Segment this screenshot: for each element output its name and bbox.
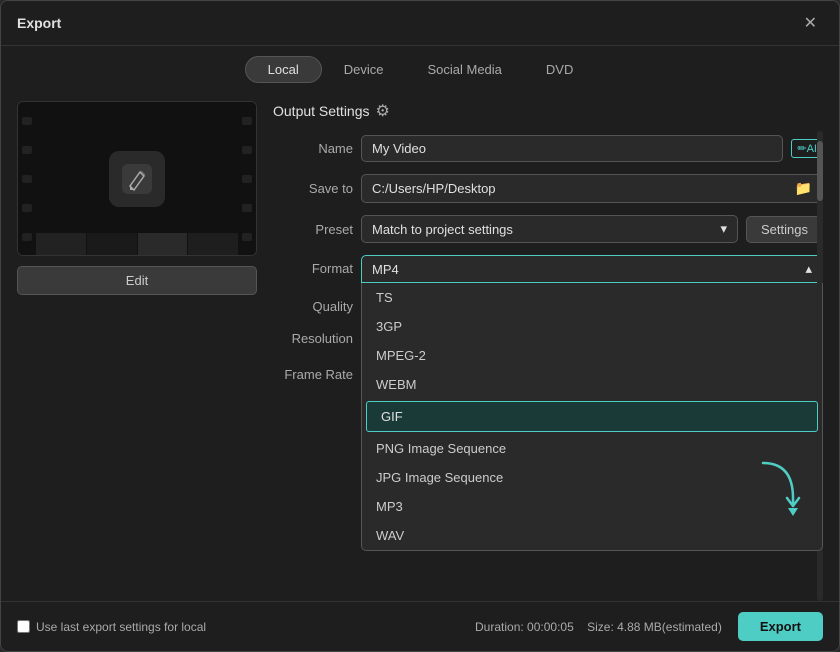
name-label: Name bbox=[273, 141, 353, 156]
tab-social-media[interactable]: Social Media bbox=[405, 56, 523, 83]
scrollbar-thumb[interactable] bbox=[817, 141, 823, 201]
save-to-path[interactable]: C:/Users/HP/Desktop 📁 bbox=[361, 174, 823, 203]
bottom-right: Duration: 00:00:05 Size: 4.88 MB(estimat… bbox=[475, 612, 823, 641]
film-hole bbox=[242, 117, 252, 125]
film-strip-left bbox=[18, 102, 36, 255]
arrow-indicator bbox=[753, 458, 803, 521]
path-text: C:/Users/HP/Desktop bbox=[372, 181, 496, 196]
content-area: Edit Output Settings ⚙ Name ✏AI Save to bbox=[1, 91, 839, 601]
export-button[interactable]: Export bbox=[738, 612, 823, 641]
format-option-wav[interactable]: WAV bbox=[362, 521, 822, 550]
format-option-ts[interactable]: TS bbox=[362, 283, 822, 312]
right-panel: Output Settings ⚙ Name ✏AI Save to C:/Us… bbox=[273, 101, 823, 601]
frame-rate-label: Frame Rate bbox=[273, 367, 353, 382]
thumb-cell bbox=[36, 233, 87, 255]
thumb-cell bbox=[138, 233, 189, 255]
format-value: MP4 bbox=[372, 262, 399, 277]
thumbnail-strip bbox=[36, 233, 238, 255]
thumb-cell bbox=[87, 233, 138, 255]
use-last-settings: Use last export settings for local bbox=[17, 620, 206, 634]
settings-icon: ⚙ bbox=[376, 101, 390, 121]
preset-selector: Match to project settings ▾ Settings bbox=[361, 215, 823, 243]
film-hole bbox=[22, 204, 32, 212]
preset-label: Preset bbox=[273, 222, 353, 237]
preset-dropdown[interactable]: Match to project settings ▾ bbox=[361, 215, 738, 243]
left-panel: Edit bbox=[17, 101, 257, 601]
save-to-label: Save to bbox=[273, 181, 353, 196]
film-hole bbox=[242, 175, 252, 183]
output-settings-header: Output Settings ⚙ bbox=[273, 101, 823, 121]
duration-size-text: Duration: 00:00:05 Size: 4.88 MB(estimat… bbox=[475, 620, 722, 634]
film-hole bbox=[22, 117, 32, 125]
use-last-settings-label: Use last export settings for local bbox=[36, 620, 206, 634]
film-hole bbox=[22, 233, 32, 241]
bottom-bar: Use last export settings for local Durat… bbox=[1, 601, 839, 651]
chevron-up-icon: ▴ bbox=[805, 261, 812, 277]
format-option-gif[interactable]: GIF bbox=[366, 401, 818, 432]
tab-device[interactable]: Device bbox=[322, 56, 406, 83]
folder-icon: 📁 bbox=[795, 180, 812, 197]
arrow-svg bbox=[753, 458, 803, 518]
film-strip-right bbox=[238, 102, 256, 255]
preview-box bbox=[17, 101, 257, 256]
preset-value: Match to project settings bbox=[372, 222, 513, 237]
preview-icon bbox=[109, 151, 165, 207]
format-option-webm[interactable]: WEBM bbox=[362, 370, 822, 399]
format-dropdown-trigger[interactable]: MP4 ▴ bbox=[361, 255, 823, 283]
pencil-icon bbox=[122, 164, 152, 194]
size-text: Size: 4.88 MB(estimated) bbox=[587, 620, 722, 634]
film-hole bbox=[242, 233, 252, 241]
settings-button[interactable]: Settings bbox=[746, 216, 823, 243]
tabs-bar: Local Device Social Media DVD bbox=[1, 46, 839, 91]
format-option-3gp[interactable]: 3GP bbox=[362, 312, 822, 341]
title-bar: Export ✕ bbox=[1, 1, 839, 46]
chevron-down-icon: ▾ bbox=[720, 221, 727, 237]
save-to-row: Save to C:/Users/HP/Desktop 📁 bbox=[273, 174, 823, 203]
edit-button[interactable]: Edit bbox=[17, 266, 257, 295]
format-row: Format MP4 ▴ TS 3GP MPEG-2 WEBM GIF PN bbox=[273, 255, 823, 283]
tab-local[interactable]: Local bbox=[245, 56, 322, 83]
film-hole bbox=[22, 146, 32, 154]
export-dialog: Export ✕ Local Device Social Media DVD bbox=[0, 0, 840, 652]
tab-dvd[interactable]: DVD bbox=[524, 56, 595, 83]
duration-text: Duration: 00:00:05 bbox=[475, 620, 574, 634]
format-option-mpeg2[interactable]: MPEG-2 bbox=[362, 341, 822, 370]
preset-row: Preset Match to project settings ▾ Setti… bbox=[273, 215, 823, 243]
film-hole bbox=[242, 146, 252, 154]
settings-grid: Name ✏AI Save to C:/Users/HP/Desktop 📁 P… bbox=[273, 135, 823, 454]
name-input[interactable] bbox=[361, 135, 783, 162]
film-hole bbox=[242, 204, 252, 212]
thumb-cell bbox=[188, 233, 238, 255]
resolution-label: Resolution bbox=[273, 331, 353, 346]
use-last-settings-checkbox[interactable] bbox=[17, 620, 30, 633]
close-button[interactable]: ✕ bbox=[798, 11, 823, 35]
film-hole bbox=[22, 175, 32, 183]
output-settings-title: Output Settings bbox=[273, 103, 370, 119]
quality-label: Quality bbox=[273, 299, 353, 314]
format-dropdown-container: MP4 ▴ TS 3GP MPEG-2 WEBM GIF PNG Image S… bbox=[361, 255, 823, 283]
name-row: Name ✏AI bbox=[273, 135, 823, 162]
dialog-title: Export bbox=[17, 15, 61, 31]
format-label: Format bbox=[273, 261, 353, 276]
